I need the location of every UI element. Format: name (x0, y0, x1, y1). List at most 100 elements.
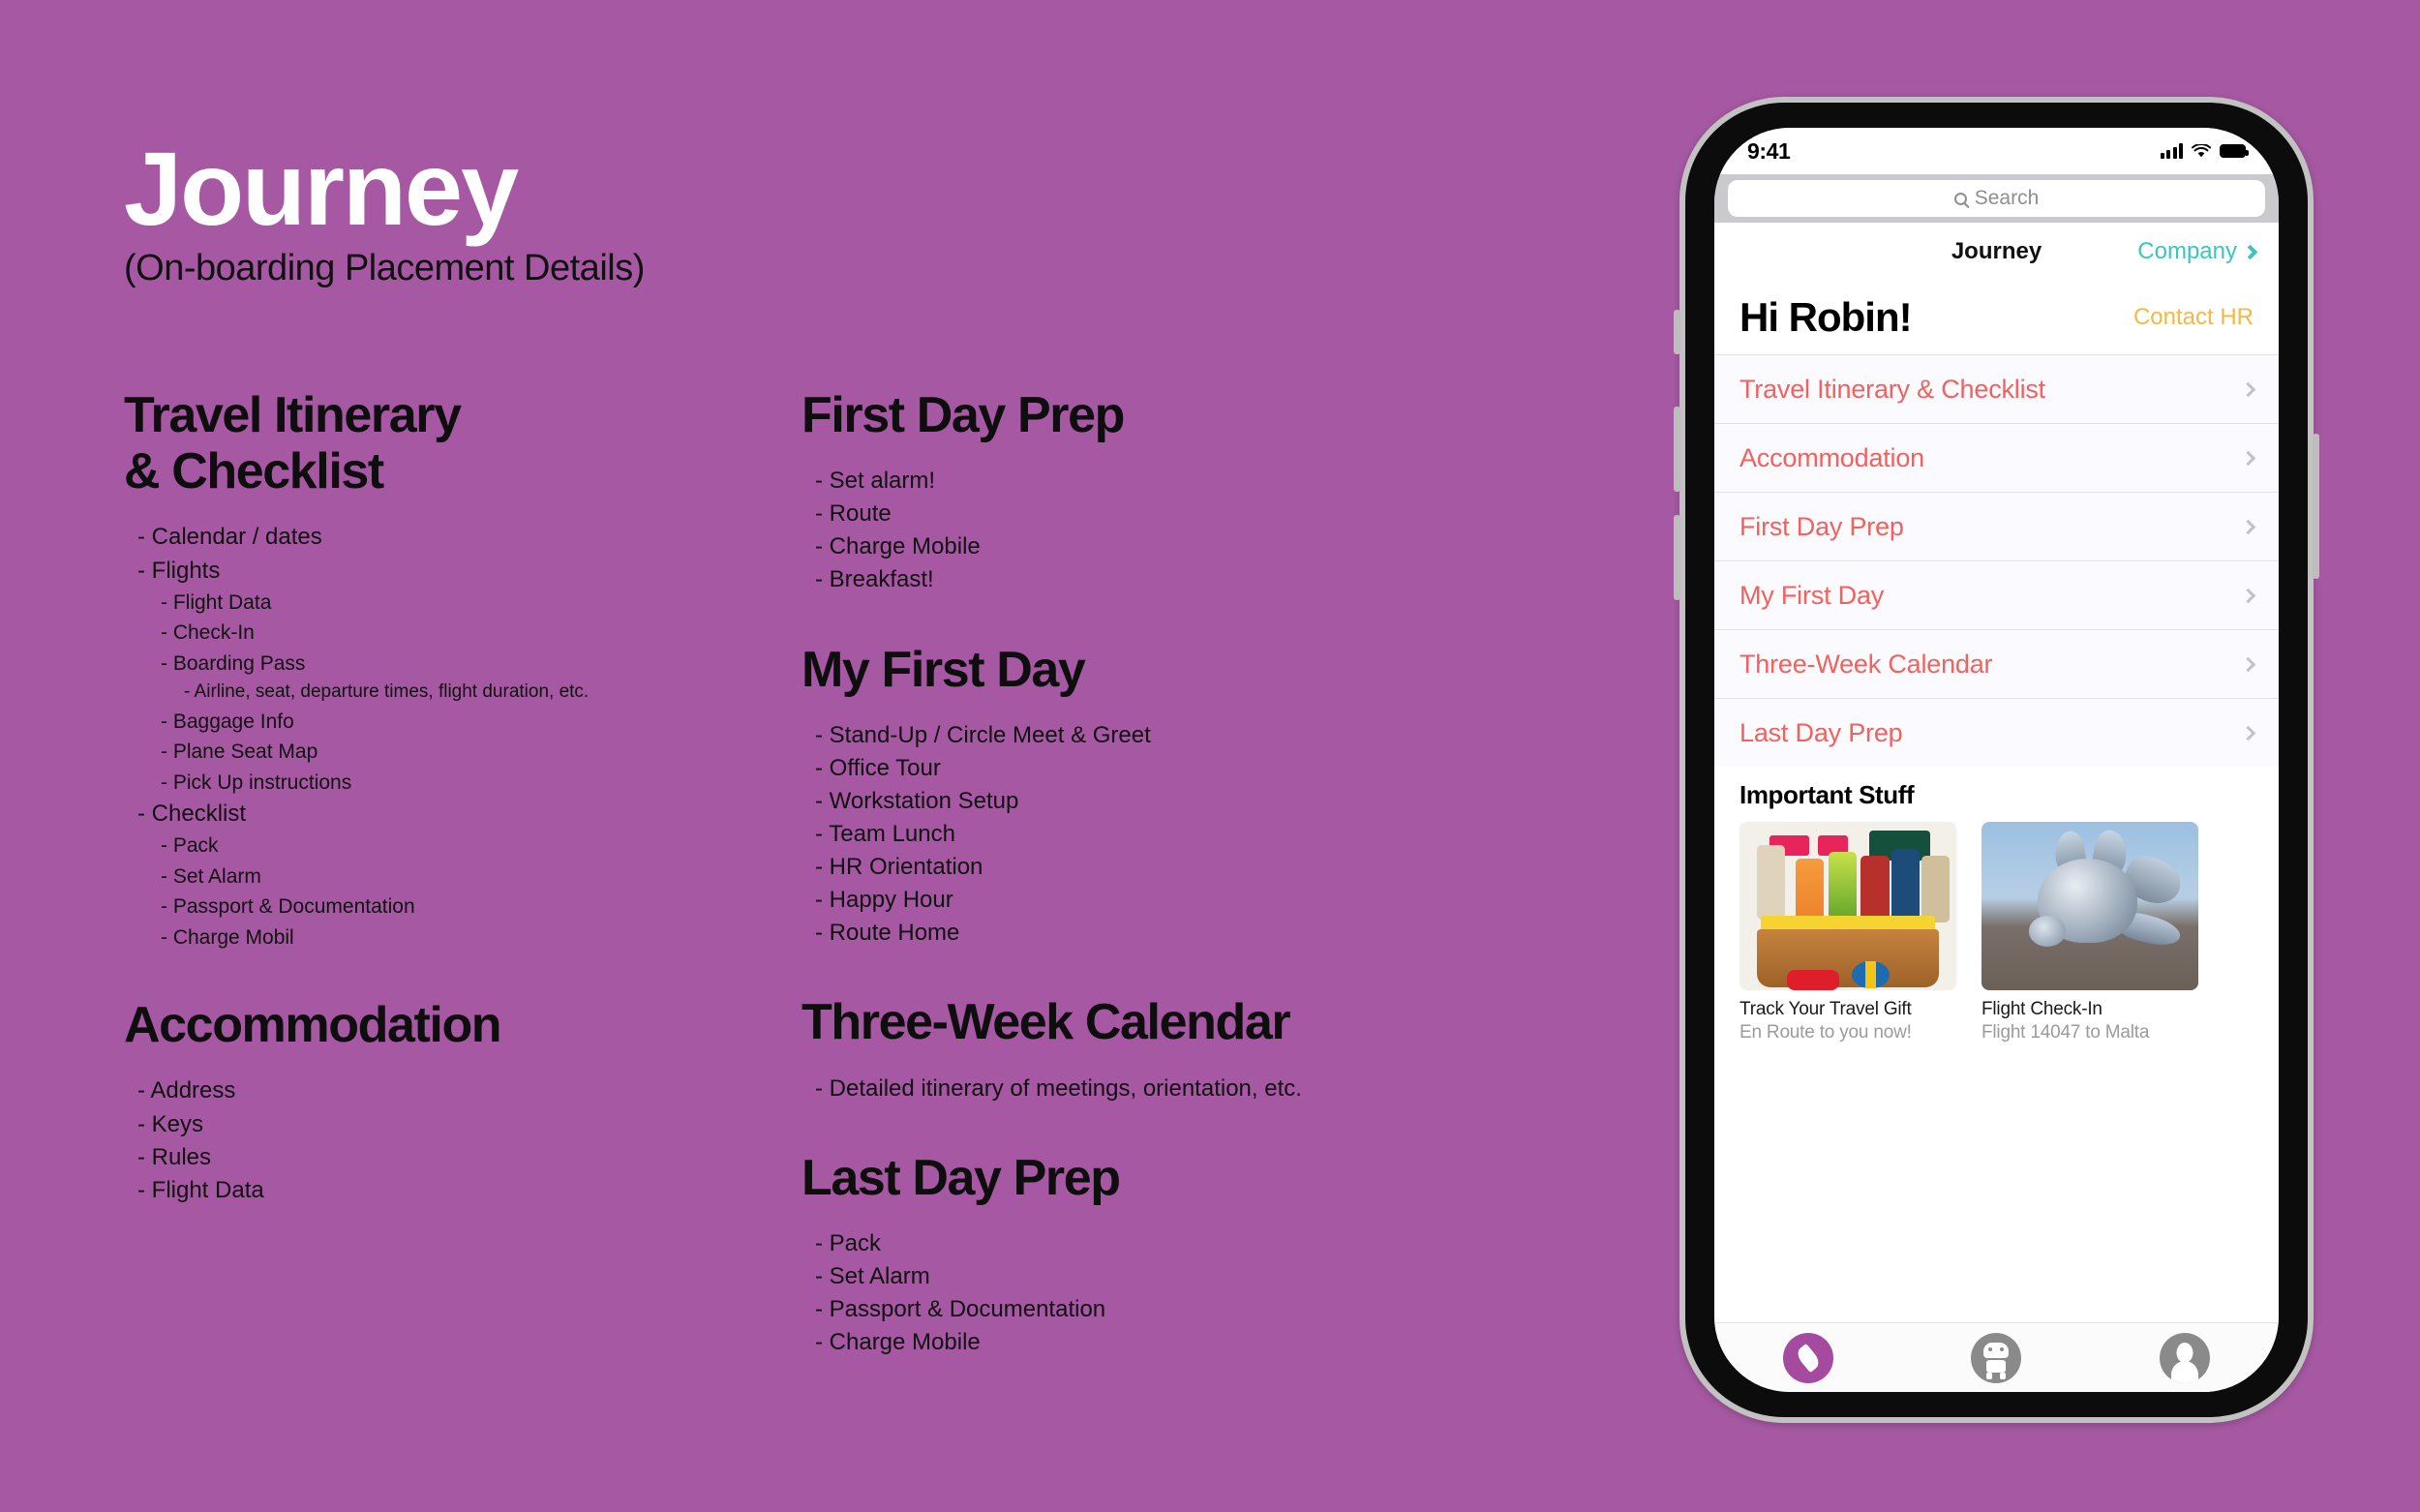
chrome-plane-render (1981, 822, 2198, 990)
list-item: - Address (137, 1077, 236, 1104)
greeting-row: Hi Robin! Contact HR (1714, 281, 2279, 354)
search-input[interactable]: Search (1728, 180, 2265, 217)
list-item: - Set alarm! (815, 468, 936, 495)
section-items: - Address - Keys - Rules - Flight Data (124, 1074, 782, 1206)
spec-panel: Journey (On-boarding Placement Details) … (0, 0, 1646, 1512)
card-travel-gift[interactable]: Track Your Travel Gift En Route to you n… (1739, 822, 1956, 1043)
company-link-label: Company (2137, 238, 2237, 264)
section-heading: First Day Prep (802, 387, 1615, 443)
tab-robot[interactable] (1971, 1332, 2022, 1383)
volume-down-button[interactable] (1674, 515, 1680, 600)
list-item: - Set Alarm (161, 864, 261, 888)
list-item-label: Accommodation (1739, 442, 1924, 472)
list-item: - Airline, seat, departure times, flight… (184, 681, 590, 703)
list-item: - Checklist (137, 801, 247, 828)
section-heading-line: Last Day Prep (802, 1149, 1121, 1206)
section-heading-line: Accommodation (124, 997, 502, 1054)
list-item[interactable]: First Day Prep (1714, 492, 2279, 560)
chevron-right-icon (2240, 450, 2256, 466)
chevron-right-icon (2240, 725, 2256, 741)
card-subtitle: En Route to you now! (1739, 1022, 1912, 1043)
section-heading-line: My First Day (802, 641, 1086, 698)
section-heading: Last Day Prep (802, 1150, 1615, 1206)
phone-mockup: 9:41 Search Journey Company Hi Robin! Co… (1674, 97, 2319, 1423)
battery-icon (2220, 144, 2249, 158)
search-placeholder: Search (1974, 187, 2040, 209)
list-item: - Office Tour (815, 754, 941, 781)
chevron-right-icon (2242, 244, 2258, 259)
list-item: - Breakfast! (815, 566, 934, 593)
profile-icon (2176, 1342, 2193, 1363)
nav-bar: Journey Company (1714, 223, 2279, 281)
list-item: - Flight Data (161, 590, 272, 614)
volume-up-button[interactable] (1674, 407, 1680, 492)
phone-body: 9:41 Search Journey Company Hi Robin! Co… (1685, 103, 2308, 1417)
status-indicators (2160, 143, 2249, 159)
contact-hr-link[interactable]: Contact HR (2133, 304, 2254, 331)
list-item-label: First Day Prep (1739, 511, 1904, 541)
card-title: Track Your Travel Gift (1739, 999, 1912, 1019)
list-item: - Check-In (161, 621, 255, 645)
list-item: - Plane Seat Map (161, 741, 318, 764)
list-item: - Workstation Setup (815, 787, 1019, 814)
list-item: - Pack (815, 1229, 882, 1256)
list-item: - Detailed itinerary of meetings, orient… (815, 1074, 1302, 1102)
card-flight-checkin[interactable]: Flight Check-In Flight 14047 to Malta (1981, 822, 2198, 1043)
list-item: - Set Alarm (815, 1262, 930, 1289)
list-item: - Baggage Info (161, 710, 294, 733)
power-button[interactable] (2313, 434, 2319, 579)
tab-profile[interactable] (2159, 1332, 2210, 1383)
chevron-right-icon (2240, 656, 2256, 672)
list-item: - Happy Hour (815, 887, 953, 914)
section-heading-line: First Day Prep (802, 387, 1125, 443)
section-heading-line: & Checklist (124, 443, 384, 500)
list-item[interactable]: Accommodation (1714, 423, 2279, 492)
important-cards: Track Your Travel Gift En Route to you n… (1739, 822, 2254, 1043)
robot-icon (1983, 1342, 2010, 1358)
list-item: - Charge Mobil (161, 925, 294, 949)
company-link[interactable]: Company (2137, 238, 2258, 265)
list-item[interactable]: Last Day Prep (1714, 698, 2279, 767)
list-item-label: Three-Week Calendar (1739, 649, 1993, 679)
search-area: Search (1714, 174, 2279, 223)
list-item: - Rules (137, 1143, 212, 1170)
status-bar: 9:41 (1714, 128, 2279, 174)
chevron-right-icon (2240, 519, 2256, 534)
tab-compass[interactable] (1783, 1332, 1834, 1383)
list-item: - Route (815, 500, 892, 528)
nav-title: Journey (1951, 238, 2042, 264)
list-item[interactable]: My First Day (1714, 560, 2279, 629)
list-item-label: Last Day Prep (1739, 717, 1903, 747)
search-icon (1953, 192, 1967, 205)
list-item: - Passport & Documentation (815, 1296, 1106, 1323)
section-heading: Accommodation (124, 997, 782, 1053)
section-items: - Calendar / dates - Flights - Flight Data… (124, 521, 782, 953)
important-stuff-section: Important Stuff Track Your Travel Gift E… (1714, 767, 2279, 1322)
section-items: - Stand-Up / Circle Meet & Greet - Office… (802, 719, 1615, 951)
section-list: Travel Itinerary & Checklist Accommodatio… (1714, 354, 2279, 767)
section-items: - Detailed itinerary of meetings, orient… (802, 1073, 1615, 1105)
section-heading-line: Travel Itinerary (124, 387, 462, 443)
list-item: - Keys (137, 1110, 204, 1137)
gift-basket-photo (1739, 822, 1956, 990)
section-heading-line: Three-Week Calendar (802, 994, 1291, 1051)
section-items: - Pack - Set Alarm - Passport & Documentat… (802, 1227, 1615, 1359)
list-item: - Stand-Up / Circle Meet & Greet (815, 721, 1151, 748)
section-heading: Three-Week Calendar (802, 994, 1615, 1050)
list-item: - Calendar / dates (137, 524, 322, 551)
list-item: - Route Home (815, 920, 960, 947)
section-items: - Set alarm! - Route - Charge Mobile - Brea… (802, 465, 1615, 596)
section-heading: Travel Itinerary & Checklist (124, 387, 782, 499)
greeting-name: Hi Robin! (1739, 294, 1913, 340)
list-item[interactable]: Three-Week Calendar (1714, 629, 2279, 698)
chevron-right-icon (2240, 381, 2256, 397)
poster-title-block: Journey (On-boarding Placement Details) (124, 135, 645, 289)
card-title: Flight Check-In (1981, 999, 2102, 1019)
mute-switch[interactable] (1674, 310, 1680, 354)
list-item: - Team Lunch (815, 821, 955, 848)
list-item: - Passport & Documentation (161, 895, 415, 919)
list-item-label: My First Day (1739, 580, 1885, 610)
list-item: - Pick Up instructions (161, 771, 352, 794)
list-item[interactable]: Travel Itinerary & Checklist (1714, 354, 2279, 423)
chevron-right-icon (2240, 588, 2256, 603)
